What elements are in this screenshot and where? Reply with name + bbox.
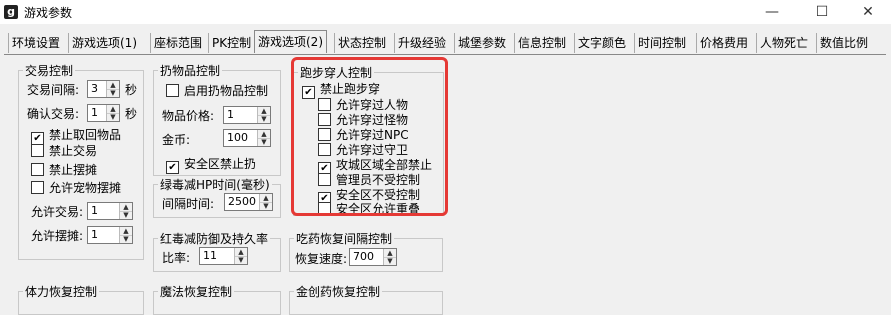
- trade-control-legend: 交易控制: [25, 64, 74, 78]
- green-poison-interval-value: 2500: [228, 195, 256, 208]
- red-poison-ratio-label: 比率:: [162, 251, 191, 265]
- potion-recovery-legend: 吃药恢复间隔控制: [296, 232, 393, 246]
- spin-down-icon[interactable]: ▼: [235, 256, 247, 264]
- checkbox-box[interactable]: [31, 181, 44, 194]
- stamina-recovery-group: 体力恢复控制: [18, 283, 144, 315]
- checkbox-label: 禁止交易: [49, 144, 98, 158]
- pet-stall-checkbox[interactable]: 允许宠物摆摊: [31, 179, 121, 196]
- drop-control-legend: 扔物品控制: [160, 64, 221, 78]
- trade-confirm-spinner[interactable]: 1 ▲ ▼: [87, 104, 120, 122]
- tab-character-death[interactable]: 人物死亡: [756, 33, 811, 53]
- tab-environment[interactable]: 环境设置: [8, 33, 63, 53]
- tab-game-options-2[interactable]: 游戏选项(2): [254, 30, 327, 53]
- checkbox-label: 启用扔物品控制: [184, 84, 269, 98]
- gold-value: 100: [227, 131, 248, 144]
- spin-down-icon[interactable]: ▼: [107, 113, 119, 121]
- magic-recovery-group: 魔法恢复控制: [153, 283, 281, 315]
- checkbox-box[interactable]: ✔: [166, 161, 179, 174]
- trade-confirm-label: 确认交易:: [27, 107, 80, 121]
- green-poison-interval-label: 间隔时间:: [162, 197, 215, 211]
- tab-castle-params[interactable]: 城堡参数: [454, 33, 509, 53]
- item-price-spinner[interactable]: 1 ▲ ▼: [223, 106, 271, 124]
- tab-pk-control[interactable]: PK控制: [208, 33, 254, 53]
- gold-spinner[interactable]: 100 ▲ ▼: [223, 129, 271, 147]
- window-title: 游戏参数: [24, 6, 73, 20]
- spin-down-icon[interactable]: ▼: [107, 89, 119, 97]
- allow-stall-spinner[interactable]: 1 ▲ ▼: [87, 226, 133, 244]
- allow-stall-value: 1: [91, 228, 98, 241]
- tab-time-control[interactable]: 时间控制: [634, 33, 689, 53]
- green-poison-interval-spinner[interactable]: 2500 ▲ ▼: [224, 193, 273, 211]
- trade-interval-unit: 秒: [125, 83, 138, 97]
- maximize-button[interactable]: ☐: [799, 0, 845, 24]
- checkbox-label: 禁止摆摊: [49, 163, 98, 177]
- recovery-speed-value: 700: [353, 250, 374, 263]
- recovery-speed-spinner[interactable]: 700 ▲ ▼: [349, 248, 397, 266]
- item-price-value: 1: [227, 108, 234, 121]
- trade-interval-value: 3: [91, 82, 98, 95]
- allow-stall-label: 允许摆摊:: [31, 229, 84, 243]
- spin-down-icon[interactable]: ▼: [120, 211, 132, 219]
- trade-confirm-unit: 秒: [125, 107, 138, 121]
- stamina-recovery-legend: 体力恢复控制: [25, 285, 98, 299]
- app-icon: g: [4, 5, 18, 19]
- safe-zone-no-drop-checkbox[interactable]: ✔ 安全区禁止扔: [166, 155, 256, 174]
- allow-trade-spinner[interactable]: 1 ▲ ▼: [87, 202, 133, 220]
- red-highlight-box: [291, 57, 448, 216]
- gold-label: 金币:: [162, 133, 191, 147]
- tab-value-ratio[interactable]: 数值比例: [816, 33, 871, 53]
- checkbox-label: 允许宠物摆摊: [49, 181, 122, 195]
- allow-trade-value: 1: [91, 204, 98, 217]
- trade-interval-spinner[interactable]: 3 ▲ ▼: [87, 80, 120, 98]
- tab-status-control[interactable]: 状态控制: [334, 33, 389, 53]
- spin-down-icon[interactable]: ▼: [258, 115, 270, 123]
- tab-game-options-1[interactable]: 游戏选项(1): [68, 33, 140, 53]
- minimize-button[interactable]: —: [749, 0, 795, 24]
- checkbox-label: 禁止取回物品: [49, 128, 122, 142]
- item-price-label: 物品价格:: [162, 109, 215, 123]
- trade-interval-label: 交易间隔:: [27, 83, 80, 97]
- enable-drop-control-checkbox[interactable]: 启用扔物品控制: [166, 82, 268, 99]
- checkbox-label: 安全区禁止扔: [184, 157, 257, 171]
- spin-down-icon[interactable]: ▼: [384, 257, 396, 265]
- magic-recovery-legend: 魔法恢复控制: [160, 285, 233, 299]
- tab-info-control[interactable]: 信息控制: [514, 33, 569, 53]
- recovery-speed-label: 恢复速度:: [295, 252, 348, 266]
- checkbox-box[interactable]: [31, 163, 44, 176]
- spin-down-icon[interactable]: ▼: [260, 202, 272, 210]
- trade-confirm-value: 1: [91, 106, 98, 119]
- golden-potion-recovery-group: 金创药恢复控制: [289, 283, 443, 315]
- spin-down-icon[interactable]: ▼: [258, 138, 270, 146]
- title-bar: g 游戏参数 — ☐ ✕: [0, 0, 891, 24]
- allow-trade-label: 允许交易:: [31, 205, 84, 219]
- tab-price-cost[interactable]: 价格费用: [696, 33, 751, 53]
- spin-down-icon[interactable]: ▼: [120, 235, 132, 243]
- no-trade-checkbox[interactable]: 禁止交易: [31, 142, 97, 159]
- no-stall-checkbox[interactable]: 禁止摆摊: [31, 161, 97, 178]
- green-poison-legend: 绿毒减HP时间(毫秒): [160, 178, 270, 192]
- golden-potion-recovery-legend: 金创药恢复控制: [296, 285, 381, 299]
- close-button[interactable]: ✕: [845, 0, 891, 24]
- tab-text-color[interactable]: 文字颜色: [574, 33, 629, 53]
- checkbox-box[interactable]: [166, 84, 179, 97]
- tab-coordinates[interactable]: 座标范围: [150, 33, 205, 53]
- tab-level-exp[interactable]: 升级经验: [394, 33, 449, 53]
- red-poison-ratio-value: 11: [203, 249, 217, 262]
- red-poison-legend: 红毒减防御及持久率: [160, 232, 269, 246]
- checkbox-box[interactable]: [31, 144, 44, 157]
- red-poison-ratio-spinner[interactable]: 11 ▲ ▼: [199, 247, 248, 265]
